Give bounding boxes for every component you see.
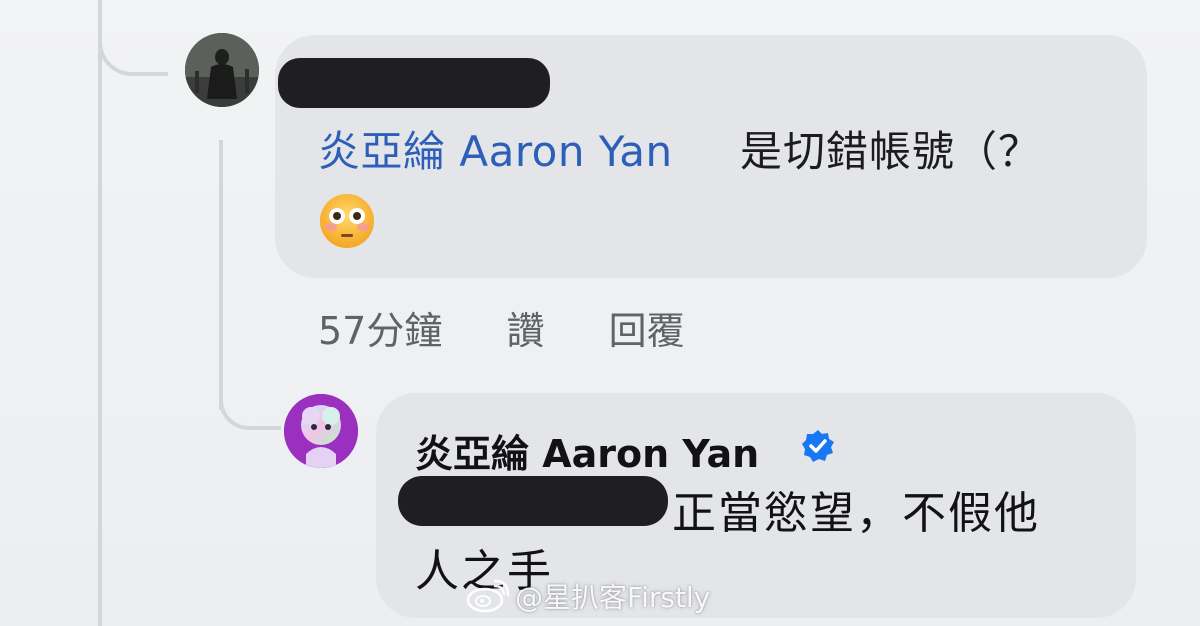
reply-author-name[interactable]: 炎亞綸 Aaron Yan bbox=[415, 423, 759, 478]
reply-button[interactable]: 回覆 bbox=[609, 300, 685, 355]
comment-actions: 57分鐘 讚 回覆 bbox=[318, 300, 685, 355]
mention-link[interactable]: 炎亞綸 Aaron Yan bbox=[318, 118, 673, 179]
reply-author-avatar[interactable] bbox=[284, 394, 358, 468]
weibo-icon bbox=[466, 579, 509, 613]
redacted-commenter-name bbox=[278, 58, 550, 108]
reply-author-avatar-art bbox=[284, 394, 358, 468]
verified-badge-icon bbox=[802, 430, 834, 462]
comment-thread: 炎亞綸 Aaron Yan 是切錯帳號（？ 57分鐘 讚 回覆 炎亞綸 Aaro… bbox=[0, 0, 1200, 626]
comment-timestamp: 57分鐘 bbox=[318, 309, 443, 353]
thread-connector-outer bbox=[98, 0, 102, 626]
thread-connector-curve-bottom bbox=[219, 380, 281, 430]
weibo-watermark: @星扒客Firstly bbox=[465, 578, 710, 614]
reply-text-line-1: 正當慾望，不假他 bbox=[672, 488, 1040, 539]
watermark-text: @星扒客Firstly bbox=[515, 581, 711, 614]
commenter-avatar[interactable] bbox=[185, 33, 259, 107]
thread-connector-curve-top bbox=[98, 20, 168, 76]
redacted-mention bbox=[398, 476, 668, 526]
like-button[interactable]: 讚 bbox=[506, 300, 544, 355]
commenter-avatar-photo bbox=[185, 33, 259, 107]
thread-connector-inner bbox=[219, 140, 223, 410]
flushed-face-emoji bbox=[320, 194, 374, 248]
comment-text: 是切錯帳號（？ bbox=[740, 127, 1042, 176]
